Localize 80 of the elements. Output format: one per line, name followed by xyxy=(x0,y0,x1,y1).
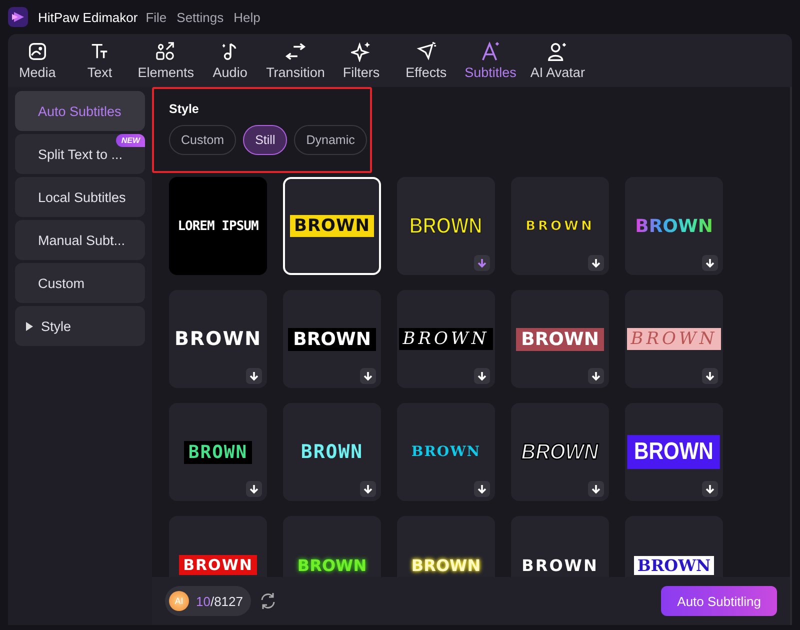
transition-icon xyxy=(284,41,306,62)
toolbar-tab[interactable]: AI Avatar xyxy=(523,41,592,87)
subtitle-preset[interactable]: BROWN xyxy=(283,403,381,501)
toolbar-tab[interactable]: Transition xyxy=(259,41,332,87)
subtitle-preset[interactable]: LOREM IPSUM xyxy=(169,177,267,275)
subtitle-preset[interactable]: BROWN xyxy=(283,516,381,577)
download-button[interactable] xyxy=(246,368,262,384)
auto-subtitling-button[interactable]: Auto Subtitling xyxy=(661,586,777,616)
subtitles-icon xyxy=(480,41,502,62)
refresh-icon[interactable] xyxy=(259,592,278,610)
download-icon xyxy=(705,258,715,268)
sidebar-item[interactable]: Local Subtitles xyxy=(15,177,145,217)
style-chip[interactable]: Custom xyxy=(169,125,236,155)
download-button[interactable] xyxy=(588,368,604,384)
toolbar-tab[interactable]: Effects xyxy=(398,41,454,87)
download-icon xyxy=(249,371,259,381)
sidebar-item[interactable]: Custom xyxy=(15,263,145,303)
subtitle-preset[interactable]: BROWN xyxy=(511,516,609,577)
download-button[interactable] xyxy=(588,255,604,271)
download-button[interactable] xyxy=(702,481,718,497)
sidebar-item[interactable]: Manual Subt... xyxy=(15,220,145,260)
subtitle-preset[interactable]: BROWN xyxy=(625,403,723,501)
download-icon xyxy=(477,484,487,494)
used-count: 10 xyxy=(196,594,210,608)
style-chip[interactable]: Still xyxy=(243,125,288,155)
subtitle-preset[interactable]: BROWN xyxy=(397,177,495,275)
subtitle-preset[interactable]: BROWN xyxy=(625,516,723,577)
download-icon xyxy=(363,371,373,381)
sidebar-item[interactable]: Auto Subtitles xyxy=(15,91,145,131)
style-chip[interactable]: Dynamic xyxy=(294,125,367,155)
subtitle-preset[interactable]: BROWN xyxy=(511,403,609,501)
download-button[interactable] xyxy=(474,481,490,497)
download-button[interactable] xyxy=(246,481,262,497)
subtitle-preset[interactable]: BROWN xyxy=(511,290,609,388)
toolbar-tab[interactable]: Text xyxy=(70,41,129,87)
download-button[interactable] xyxy=(588,481,604,497)
effects-icon xyxy=(416,41,437,62)
toolbar-tab[interactable]: Subtitles xyxy=(458,41,524,87)
app-title: HitPaw Edimakor xyxy=(38,10,138,24)
app-logo-icon xyxy=(8,7,28,27)
subtitle-preset[interactable]: BROWN xyxy=(283,177,381,275)
person-icon xyxy=(547,41,568,62)
download-button[interactable] xyxy=(360,368,376,384)
menu-item[interactable]: Help xyxy=(234,10,260,24)
subtitle-preset[interactable]: BROWN xyxy=(283,290,381,388)
total-count: /8127 xyxy=(210,594,244,608)
download-icon xyxy=(477,371,487,381)
menu-item[interactable]: Settings xyxy=(176,10,224,24)
subtitle-preset[interactable]: BROWN xyxy=(169,290,267,388)
download-button[interactable] xyxy=(702,255,718,271)
sidebar-item[interactable]: Style xyxy=(15,306,145,346)
download-icon xyxy=(477,258,487,268)
elements-icon xyxy=(155,41,176,62)
coin-badge: AI xyxy=(169,591,189,611)
download-button[interactable] xyxy=(474,368,490,384)
download-icon xyxy=(249,484,259,494)
download-button[interactable] xyxy=(702,368,718,384)
download-icon xyxy=(363,484,373,494)
new-badge: NEW xyxy=(116,134,145,147)
subtitle-preset[interactable]: BROWN xyxy=(397,403,495,501)
subtitle-preset[interactable]: BROWN xyxy=(397,516,495,577)
media-icon xyxy=(26,41,48,62)
subtitle-preset[interactable]: BROWN xyxy=(625,177,723,275)
subtitle-preset[interactable]: BROWN xyxy=(511,177,609,275)
subtitle-preset[interactable]: BROWN xyxy=(169,403,267,501)
download-icon xyxy=(705,371,715,381)
menu-item[interactable]: File xyxy=(146,10,167,24)
subtitle-preset[interactable]: BROWN xyxy=(169,516,267,577)
toolbar-tab[interactable]: Audio xyxy=(205,41,256,87)
toolbar-tab[interactable]: Elements xyxy=(130,41,202,87)
section-title: Style xyxy=(169,102,200,116)
download-icon xyxy=(591,484,601,494)
download-icon xyxy=(705,484,715,494)
toolbar-tab[interactable]: Filters xyxy=(336,41,387,87)
toolbar-tab[interactable]: Media xyxy=(12,41,63,87)
download-icon xyxy=(591,258,601,268)
subtitle-preset[interactable]: BROWN xyxy=(397,290,495,388)
filters-icon xyxy=(350,41,372,62)
download-button[interactable] xyxy=(360,481,376,497)
download-icon xyxy=(591,371,601,381)
